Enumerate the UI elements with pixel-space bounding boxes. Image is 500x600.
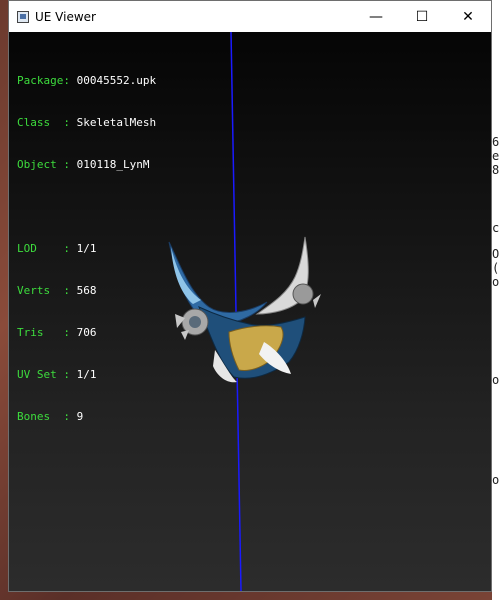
background-text-fragment: o [492, 473, 500, 487]
background-text-fragment: e [492, 149, 500, 163]
app-icon [17, 10, 29, 23]
background-text-fragment: o [492, 373, 500, 387]
mask-mesh-render [168, 236, 321, 383]
background-text-fragment: ( [492, 261, 500, 275]
close-button[interactable]: ✕ [445, 1, 491, 32]
verts-label: Verts : [17, 284, 70, 297]
bones-label: Bones : [17, 410, 70, 423]
mesh-info-panel: Package: 00045552.upk Class : SkeletalMe… [17, 46, 156, 452]
ue-viewer-window: UE Viewer — ☐ ✕ Package: 00045552.upk Cl… [8, 0, 492, 592]
package-value: 00045552.upk [76, 74, 157, 87]
uvset-value: 1/1 [76, 368, 97, 381]
tris-label: Tris : [17, 326, 70, 339]
object-label: Object : [17, 158, 70, 171]
window-controls: — ☐ ✕ [353, 1, 491, 32]
package-label: Package: [17, 74, 70, 87]
lod-value: 1/1 [76, 242, 97, 255]
background-text-fragment: O [492, 247, 500, 261]
background-text-fragment: 8 [492, 163, 500, 177]
lod-label: LOD : [17, 242, 70, 255]
class-value: SkeletalMesh [76, 116, 157, 129]
maximize-button[interactable]: ☐ [399, 1, 445, 32]
minimize-button[interactable]: — [353, 1, 399, 32]
window-title: UE Viewer [35, 9, 96, 24]
object-value: 010118_LynM [76, 158, 150, 171]
background-text-fragment: c [492, 221, 500, 235]
title-bar[interactable]: UE Viewer — ☐ ✕ [9, 1, 491, 32]
tris-value: 706 [76, 326, 97, 339]
background-text-fragment: o [492, 275, 500, 289]
3d-viewport[interactable]: Package: 00045552.upk Class : SkeletalMe… [9, 32, 491, 591]
background-window-edge: 6 e 8 c O ( o o o [492, 0, 500, 600]
bones-value: 9 [76, 410, 84, 423]
class-label: Class : [17, 116, 70, 129]
background-text-fragment: 6 [492, 135, 500, 149]
verts-value: 568 [76, 284, 97, 297]
uvset-label: UV Set : [17, 368, 70, 381]
